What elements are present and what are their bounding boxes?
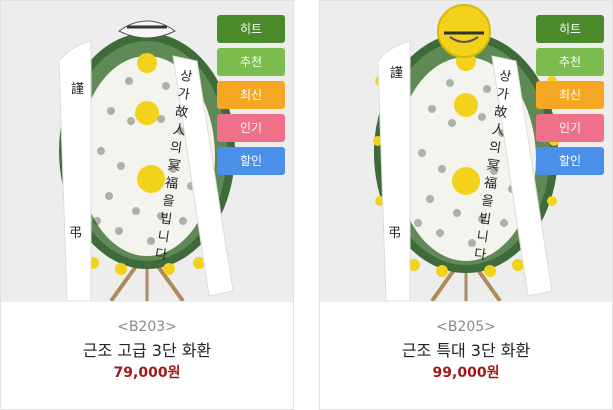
ribbon-right-char-10: 니 — [476, 229, 490, 246]
badge-popular[interactable]: 인기 — [217, 114, 285, 142]
badge-hit[interactable]: 히트 — [536, 15, 604, 43]
ribbon-right-char-9: 빕 — [159, 211, 173, 228]
product-info[interactable]: <B203> 근조 고급 3단 화환 79,000원 — [1, 301, 293, 409]
ribbon-right-char-5: 의 — [488, 140, 502, 157]
ribbon-right-char-3: 故 — [493, 104, 508, 121]
badge-recommend[interactable]: 추천 — [536, 48, 604, 76]
product-image[interactable]: 謹 弔 상 가 故 人 의 冥 福 을 빕 니 다 히트 추천 최신 인기 할인 — [1, 1, 293, 301]
badge-group: 히트 추천 최신 인기 할인 — [536, 15, 604, 180]
badge-new[interactable]: 최신 — [217, 81, 285, 109]
ribbon-right-char-8: 을 — [162, 193, 176, 210]
ribbon-right-char-11: 다 — [473, 247, 487, 264]
ribbon-right-char-1: 상 — [179, 69, 193, 86]
ribbon-left-char-2: 弔 — [388, 226, 401, 241]
ribbon-right-char-10: 니 — [157, 229, 171, 246]
badge-popular[interactable]: 인기 — [536, 114, 604, 142]
ribbon-right-char-2: 가 — [496, 86, 510, 103]
ribbon-right-char-3: 故 — [174, 104, 189, 121]
ribbon-left-char-2: 弔 — [69, 226, 82, 241]
ribbon-right-char-7: 福 — [483, 176, 498, 193]
product-price: 79,000원 — [113, 365, 181, 381]
product-image[interactable]: 謹 弔 상 가 故 人 의 冥 福 을 빕 니 다 히트 추천 최신 인기 할인 — [320, 1, 612, 301]
ribbon-right-char-4: 人 — [172, 122, 187, 139]
product-card[interactable]: 謹 弔 상 가 故 人 의 冥 福 을 빕 니 다 히트 추천 최신 인기 할인… — [0, 0, 294, 410]
badge-sale[interactable]: 할인 — [536, 147, 604, 175]
product-info[interactable]: <B205> 근조 특대 3단 화환 99,000원 — [320, 301, 612, 409]
badge-group: 히트 추천 최신 인기 할인 — [217, 15, 285, 180]
badge-new[interactable]: 최신 — [536, 81, 604, 109]
ribbon-left-char-1: 謹 — [390, 65, 403, 81]
ribbon-right-char-1: 상 — [498, 69, 512, 86]
product-price: 99,000원 — [432, 365, 500, 381]
product-name[interactable]: 근조 고급 3단 화환 — [1, 340, 293, 362]
ribbon-right-char-4: 人 — [491, 122, 506, 139]
badge-recommend[interactable]: 추천 — [217, 48, 285, 76]
ribbon-right-char-11: 다 — [154, 247, 168, 264]
ribbon-right-char-2: 가 — [177, 86, 191, 103]
ribbon-right-char-8: 을 — [481, 193, 495, 210]
product-name[interactable]: 근조 특대 3단 화환 — [320, 340, 612, 362]
badge-hit[interactable]: 히트 — [217, 15, 285, 43]
ribbon-right-char-6: 冥 — [167, 158, 182, 175]
product-code: <B205> — [436, 319, 496, 335]
ribbon-left-char-1: 謹 — [71, 81, 84, 97]
ribbon-right-char-7: 福 — [164, 176, 179, 193]
product-code: <B203> — [117, 319, 177, 335]
badge-sale[interactable]: 할인 — [217, 147, 285, 175]
ribbon-right-char-5: 의 — [169, 140, 183, 157]
product-card[interactable]: 謹 弔 상 가 故 人 의 冥 福 을 빕 니 다 히트 추천 최신 인기 할인 — [319, 0, 613, 410]
ribbon-right-char-9: 빕 — [478, 211, 492, 228]
ribbon-right-char-6: 冥 — [486, 158, 501, 175]
